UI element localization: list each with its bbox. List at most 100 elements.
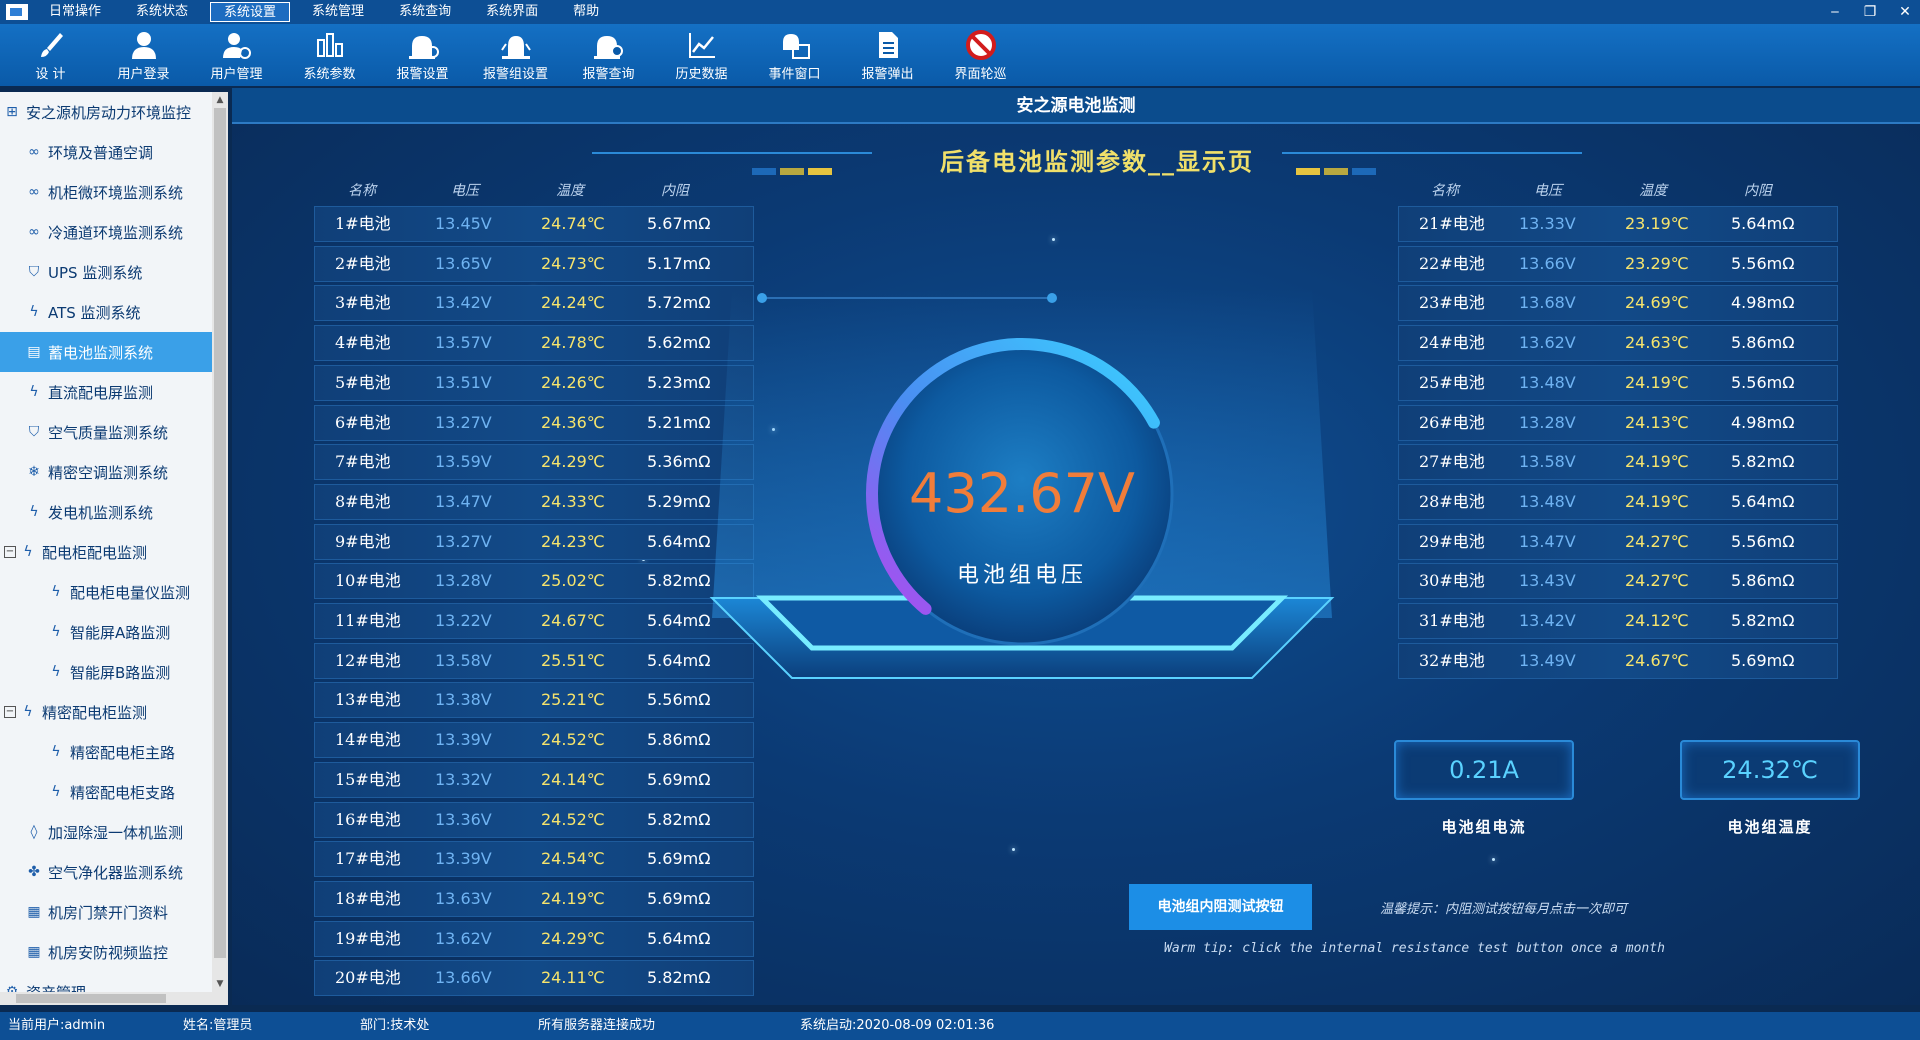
menu-bar: 日常操作 系统状态 系统设置 系统管理 系统查询 系统界面 帮助 ‒ ❐ ✕: [0, 0, 1920, 24]
sidebar-vertical-scrollbar[interactable]: ▲ ▼: [212, 92, 228, 992]
battery-name: 17#电池: [335, 849, 401, 869]
sidebar-item[interactable]: ⊞ 安之源机房动力环境监控: [0, 92, 212, 132]
toolbar-button[interactable]: 历史数据: [655, 24, 748, 86]
sidebar-item-label: 安之源机房动力环境监控: [26, 103, 192, 122]
close-button[interactable]: ✕: [1890, 0, 1920, 24]
sidebar-horizontal-scrollbar[interactable]: [0, 992, 228, 1005]
sidebar-item[interactable]: ϟ 发电机监测系统: [0, 492, 212, 532]
battery-name: 18#电池: [335, 888, 401, 908]
sidebar-item[interactable]: ✤ 空气净化器监测系统: [0, 852, 212, 892]
sidebar-item-label: 智能屏A路监测: [70, 623, 171, 642]
sidebar-item[interactable]: ∞ 冷通道环境监测系统: [0, 212, 212, 252]
sidebar-item[interactable]: ϟ 精密配电柜主路: [0, 732, 212, 772]
toolbar-button[interactable]: 界面轮巡: [934, 24, 1027, 86]
sidebar-item[interactable]: ◊ 加湿除湿一体机监测: [0, 812, 212, 852]
banner-decoration: [780, 168, 804, 175]
battery-temperature: 25.02℃: [541, 571, 605, 591]
battery-resistance: 5.64mΩ: [1731, 214, 1795, 233]
battery-voltage: 13.58V: [435, 650, 492, 670]
toolbar-button[interactable]: 报警查询: [562, 24, 655, 86]
menu-item[interactable]: 系统状态: [123, 2, 201, 22]
battery-voltage: 13.47V: [1519, 531, 1576, 551]
menu-item[interactable]: 系统设置: [210, 2, 291, 22]
battery-name: 11#电池: [335, 611, 401, 630]
scroll-up-icon[interactable]: ▲: [212, 92, 228, 108]
battery-temperature: 24.63℃: [1625, 333, 1689, 353]
battery-voltage: 13.27V: [435, 531, 492, 551]
resistance-test-button[interactable]: 电池组内阻测试按钮: [1129, 884, 1312, 930]
battery-temperature: 24.19℃: [1625, 491, 1689, 511]
sidebar-item[interactable]: ▦ 机房门禁开门资料: [0, 892, 212, 932]
toolbar-button[interactable]: 设 计: [4, 24, 97, 86]
sidebar-item[interactable]: ∞ 环境及普通空调: [0, 132, 212, 172]
sidebar-item-label: 空气净化器监测系统: [48, 863, 184, 882]
battery-row: 21#电池 13.33V 23.19℃ 5.64mΩ: [1398, 206, 1838, 242]
toolbar-button[interactable]: 报警设置: [376, 24, 469, 86]
toolbar-button[interactable]: 用户登录: [97, 24, 190, 86]
sidebar-item[interactable]: ⛉ 空气质量监测系统: [0, 412, 212, 452]
sidebar-item[interactable]: − ϟ 配电柜配电监测: [0, 532, 212, 572]
sidebar-item[interactable]: ⚙ 资产管理: [0, 972, 212, 993]
battery-voltage: 13.65V: [435, 253, 492, 273]
tip-english: Warm tip: click the internal resistance …: [1164, 941, 1665, 956]
menu-item[interactable]: 系统查询: [386, 2, 464, 22]
battery-temperature: 24.74℃: [541, 214, 605, 233]
toolbar-button[interactable]: 报警弹出: [841, 24, 934, 86]
menu-item[interactable]: 系统界面: [473, 2, 551, 22]
sidebar-item[interactable]: ϟ 智能屏B路监测: [0, 652, 212, 692]
toolbar-button[interactable]: 报警组设置: [469, 24, 562, 86]
sidebar-item-label: 精密配电柜主路: [70, 743, 176, 762]
battery-voltage: 13.27V: [435, 412, 492, 432]
sidebar-item[interactable]: ❄ 精密空调监测系统: [0, 452, 212, 492]
toolbar-button[interactable]: 用户管理: [190, 24, 283, 86]
event-window-icon: [778, 29, 812, 61]
minimize-button[interactable]: ‒: [1820, 0, 1850, 24]
sidebar-item[interactable]: ▤ 蓄电池监测系统: [0, 332, 212, 372]
sidebar-item[interactable]: − ϟ 精密配电柜监测: [0, 692, 212, 732]
battery-temperature: 24.29℃: [541, 928, 605, 948]
battery-temperature: 24.78℃: [541, 333, 605, 353]
battery-row: 23#电池 13.68V 24.69℃ 4.98mΩ: [1398, 285, 1838, 322]
battery-temperature: 25.21℃: [541, 690, 605, 710]
battery-voltage: 13.57V: [435, 333, 492, 353]
toolbar-button[interactable]: 系统参数: [283, 24, 376, 86]
battery-name: 25#电池: [1419, 372, 1485, 392]
sidebar-item[interactable]: ϟ ATS 监测系统: [0, 292, 212, 332]
battery-voltage: 13.42V: [435, 293, 492, 313]
battery-name: 16#电池: [335, 809, 401, 829]
scrollbar-thumb[interactable]: [16, 994, 166, 1003]
menu-item[interactable]: 日常操作: [36, 2, 114, 22]
sidebar-item[interactable]: ϟ 配电柜电量仪监测: [0, 572, 212, 612]
battery-name: 26#电池: [1419, 412, 1485, 432]
scroll-down-icon[interactable]: ▼: [212, 976, 228, 992]
battery-name: 30#电池: [1419, 571, 1485, 591]
column-header-name: 名称: [1431, 183, 1459, 199]
menu-item[interactable]: 帮助: [560, 2, 612, 22]
collapse-icon[interactable]: −: [4, 546, 16, 558]
battery-name: 12#电池: [335, 650, 401, 670]
battery-name: 24#电池: [1419, 333, 1485, 353]
sidebar-item[interactable]: ∞ 机柜微环境监测系统: [0, 172, 212, 212]
battery-voltage: 13.43V: [1519, 571, 1576, 591]
sidebar-item-label: 机房门禁开门资料: [48, 903, 169, 922]
sidebar-item[interactable]: ϟ 智能屏A路监测: [0, 612, 212, 652]
battery-temperature: 24.14℃: [541, 769, 605, 789]
battery-voltage: 13.39V: [435, 730, 492, 750]
banner-decoration: [808, 168, 832, 175]
sidebar-item[interactable]: ϟ 直流配电屏监测: [0, 372, 212, 412]
battery-name: 22#电池: [1419, 253, 1485, 273]
battery-resistance: 5.86mΩ: [1731, 333, 1795, 353]
column-header-temperature: 温度: [1639, 183, 1667, 199]
battery-row: 28#电池 13.48V 24.19℃ 5.64mΩ: [1398, 483, 1838, 520]
sidebar-item[interactable]: ▦ 机房安防视频监控: [0, 932, 212, 972]
menu-item[interactable]: 系统管理: [299, 2, 377, 22]
sidebar-item[interactable]: ⛉ UPS 监测系统: [0, 252, 212, 292]
battery-name: 32#电池: [1419, 650, 1485, 670]
battery-voltage: 13.48V: [1519, 491, 1576, 511]
toolbar-button[interactable]: 事件窗口: [748, 24, 841, 86]
scrollbar-thumb[interactable]: [214, 108, 226, 958]
restore-button[interactable]: ❐: [1855, 0, 1885, 24]
collapse-icon[interactable]: −: [4, 706, 16, 718]
battery-row: 25#电池 13.48V 24.19℃ 5.56mΩ: [1398, 364, 1838, 401]
sidebar-item[interactable]: ϟ 精密配电柜支路: [0, 772, 212, 812]
